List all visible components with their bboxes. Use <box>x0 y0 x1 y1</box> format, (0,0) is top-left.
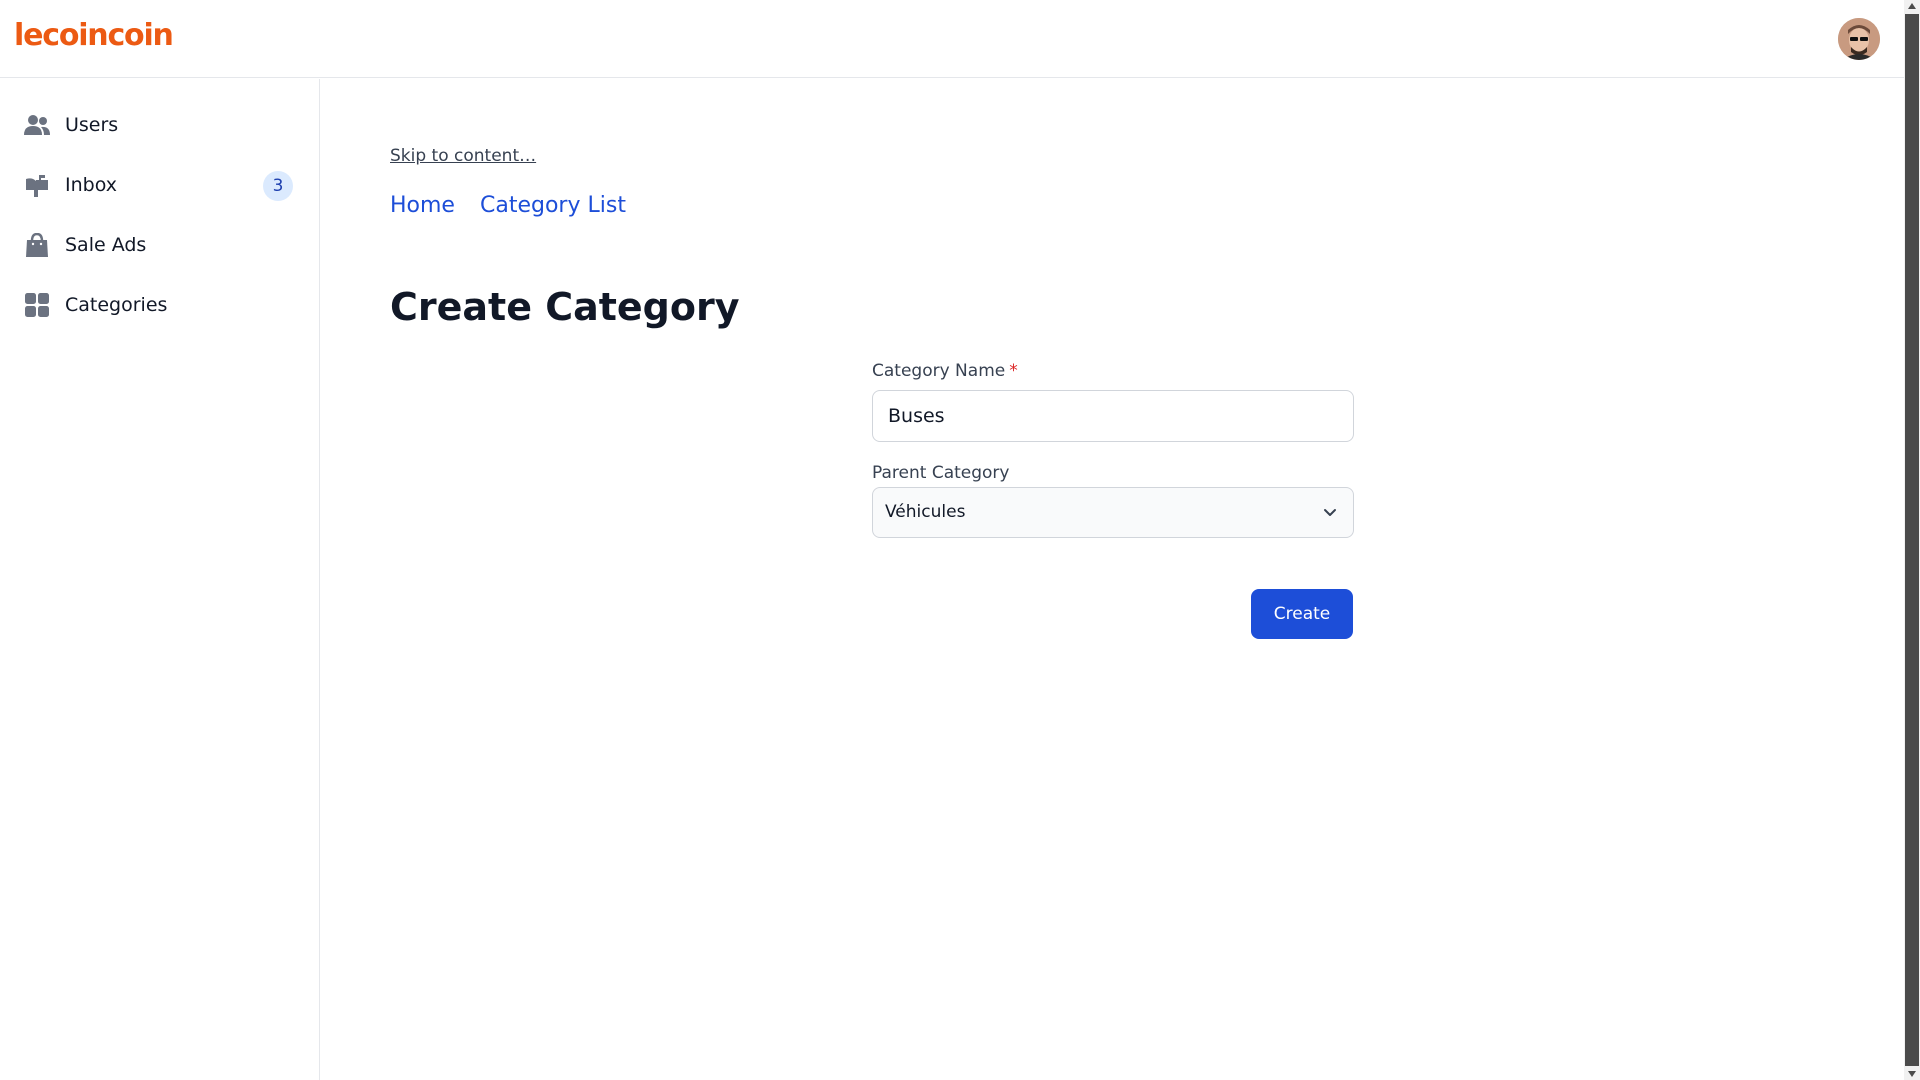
shopping-bag-icon <box>26 233 48 257</box>
scroll-up-arrow-icon[interactable] <box>1908 3 1916 9</box>
mailbox-icon <box>26 175 48 197</box>
sidebar-item-categories[interactable]: Categories <box>12 281 296 329</box>
chevron-down-icon <box>1324 509 1336 516</box>
breadcrumb-category-list[interactable]: Category List <box>480 193 626 218</box>
category-name-input[interactable]: Buses <box>872 390 1354 442</box>
grid-icon <box>25 293 49 317</box>
logo[interactable]: lecoincoin <box>14 18 174 53</box>
top-bar: lecoincoin <box>0 0 1904 78</box>
parent-category-value: Véhicules <box>885 502 966 522</box>
sidebar-item-sale-ads[interactable]: Sale Ads <box>12 221 296 269</box>
parent-category-label: Parent Category <box>872 463 1010 483</box>
parent-category-select[interactable]: Véhicules <box>872 487 1354 538</box>
user-avatar[interactable] <box>1838 18 1880 60</box>
sidebar-item-label: Sale Ads <box>65 234 147 256</box>
category-name-label-text: Category Name <box>872 361 1006 381</box>
breadcrumb-home[interactable]: Home <box>390 193 455 218</box>
required-mark: * <box>1009 361 1018 381</box>
avatar-icon <box>1838 18 1880 60</box>
sidebar-item-label: Users <box>65 114 119 136</box>
users-icon <box>24 115 50 135</box>
category-name-label: Category Name * <box>872 361 1018 381</box>
sidebar-item-label: Categories <box>65 294 168 316</box>
scroll-down-arrow-icon[interactable] <box>1908 1071 1916 1077</box>
scrollbar-thumb[interactable] <box>1905 14 1919 1066</box>
inbox-count-badge: 3 <box>263 171 293 201</box>
sidebar: Users Inbox 3 Sale Ads Categories <box>0 79 320 1080</box>
page-title: Create Category <box>390 285 740 329</box>
sidebar-item-label: Inbox <box>65 174 117 196</box>
sidebar-item-inbox[interactable]: Inbox 3 <box>12 161 296 209</box>
sidebar-item-users[interactable]: Users <box>12 101 296 149</box>
create-button[interactable]: Create <box>1251 589 1353 639</box>
skip-to-content-link[interactable]: Skip to content… <box>390 146 536 166</box>
main-content: Skip to content… Home Category List Crea… <box>321 79 1904 1080</box>
scrollbar[interactable] <box>1904 0 1920 1080</box>
